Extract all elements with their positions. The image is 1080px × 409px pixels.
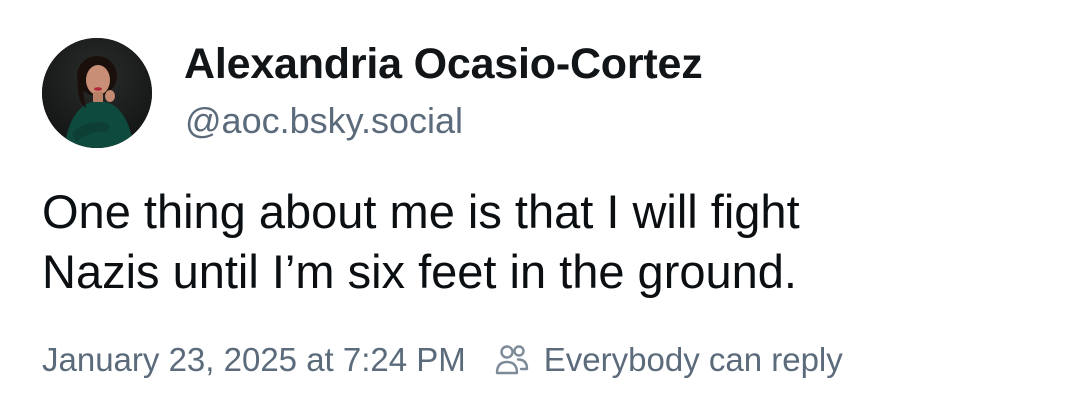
- reply-setting: Everybody can reply: [492, 340, 843, 380]
- people-icon: [492, 340, 532, 380]
- post-text-line: One thing about me is that I will fight: [42, 185, 800, 238]
- profile-photo-icon: [42, 38, 152, 148]
- author-handle[interactable]: @aoc.bsky.social: [185, 100, 463, 142]
- post-timestamp[interactable]: January 23, 2025 at 7:24 PM: [42, 341, 466, 379]
- post-meta: January 23, 2025 at 7:24 PM Everybody ca…: [42, 340, 843, 380]
- author-display-name[interactable]: Alexandria Ocasio-Cortez: [184, 40, 703, 89]
- avatar[interactable]: [42, 38, 152, 148]
- post-text-line: Nazis until I’m six feet in the ground.: [42, 245, 797, 298]
- reply-setting-label: Everybody can reply: [543, 341, 843, 378]
- post-card: Alexandria Ocasio-Cortez @aoc.bsky.socia…: [0, 0, 1080, 409]
- post-text: One thing about me is that I will fight …: [42, 182, 1042, 302]
